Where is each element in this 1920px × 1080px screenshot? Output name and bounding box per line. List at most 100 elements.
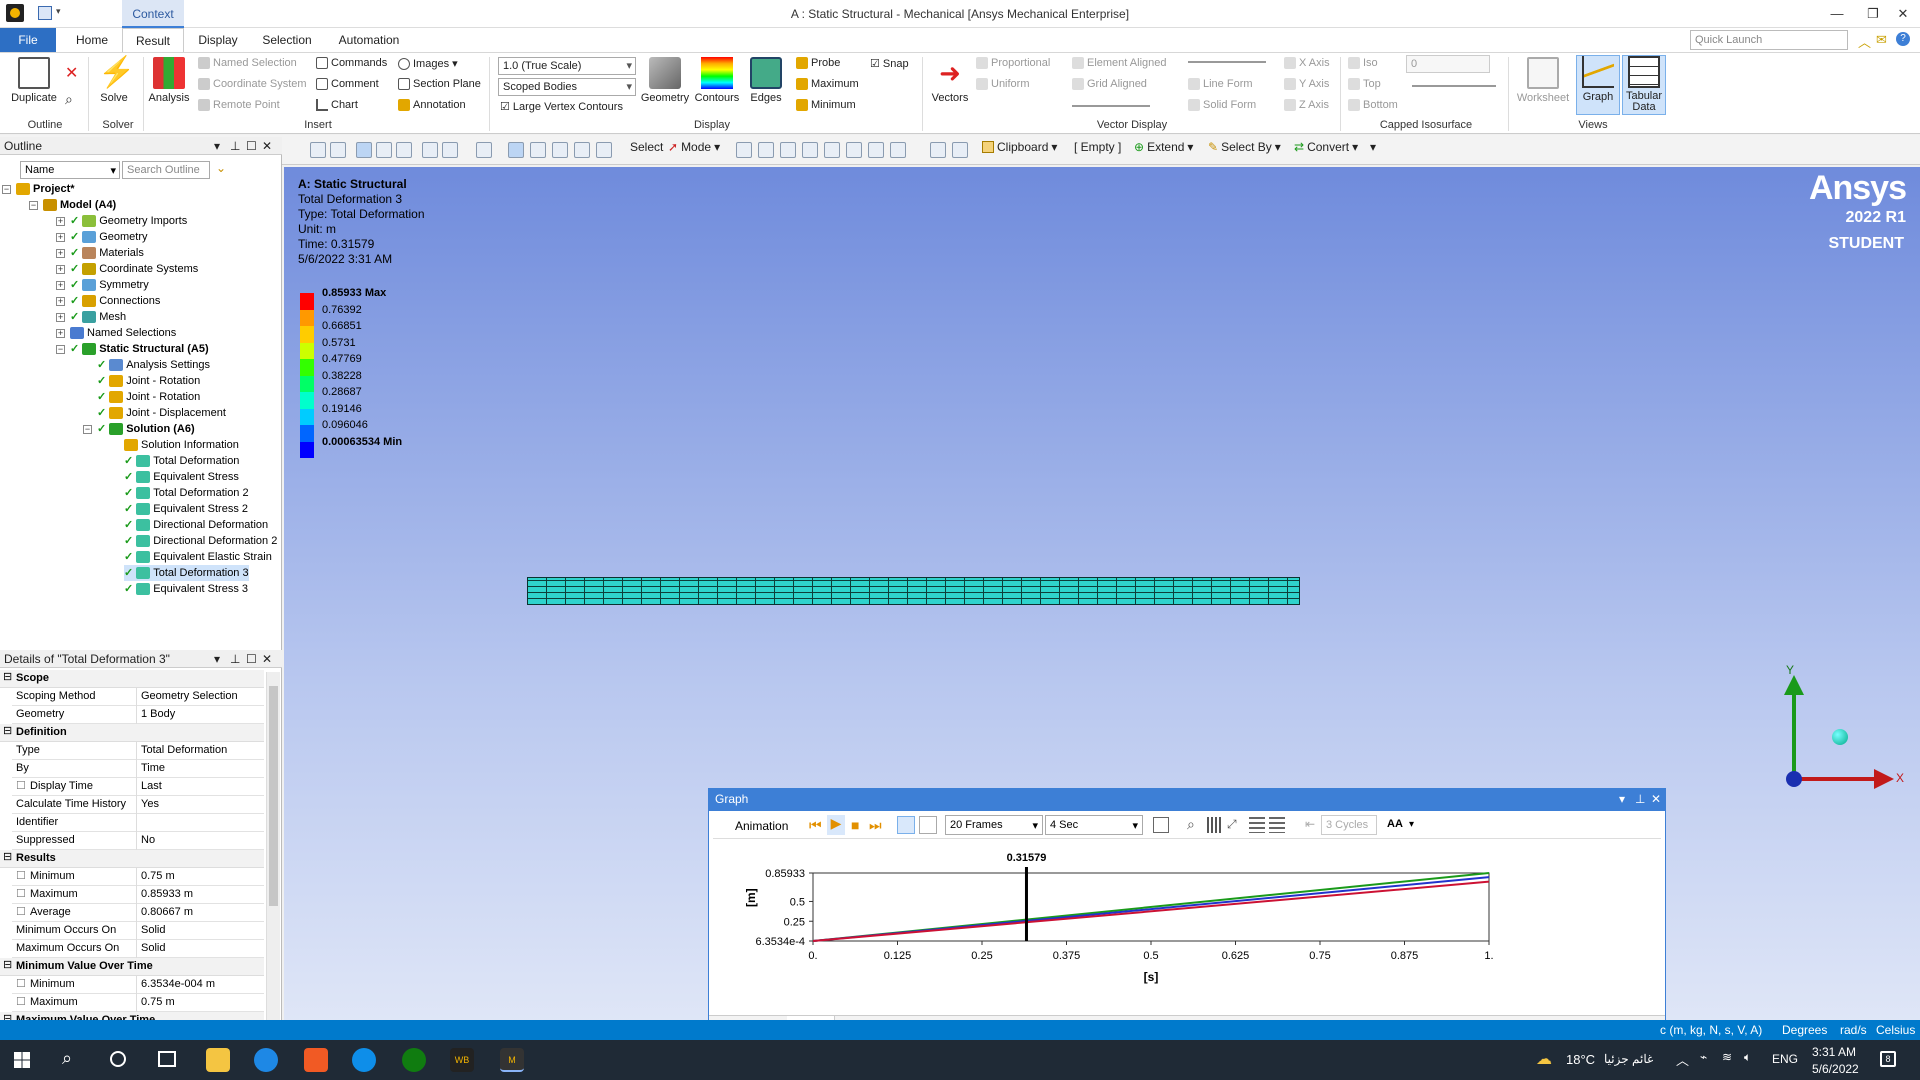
worksheet-button[interactable]: Worksheet — [1516, 57, 1570, 104]
zoom-to-fit-icon[interactable] — [574, 142, 590, 158]
zoom-graph-icon[interactable]: ⌕ — [1187, 816, 1195, 833]
select-button[interactable]: Select — [630, 140, 663, 154]
probe-button[interactable]: Probe — [796, 57, 840, 69]
tab-display[interactable]: Display — [194, 28, 242, 52]
tree-expander-icon[interactable]: + — [56, 217, 65, 226]
details-row[interactable]: By Time — [12, 760, 264, 778]
tree-expander-icon[interactable]: − — [2, 185, 11, 194]
extend-dropdown[interactable]: ⊕ Extend ▾ — [1134, 140, 1193, 154]
tree-expander-icon[interactable]: − — [83, 425, 92, 434]
zoom-in-icon[interactable] — [310, 142, 326, 158]
mechanical-icon[interactable]: M — [500, 1048, 524, 1072]
details-section-header[interactable]: Definition — [0, 724, 264, 742]
search-icon[interactable]: ⌕ — [62, 1048, 72, 1069]
tree-expander-icon[interactable]: + — [56, 233, 65, 242]
mode-dropdown[interactable]: ➚ Mode ▾ — [668, 140, 720, 154]
section-plane-button[interactable]: Section Plane — [398, 78, 481, 90]
next-frame-icon[interactable]: ⏭ — [869, 817, 882, 834]
pan-icon[interactable] — [508, 142, 524, 158]
clipboard-dropdown[interactable]: Clipboard ▾ — [982, 140, 1057, 154]
search-outline-input[interactable]: Search Outline — [122, 161, 210, 179]
y-axis-button[interactable]: Y Axis — [1284, 78, 1329, 90]
tree-item[interactable]: ✓ Total Deformation — [124, 453, 239, 469]
help-icon[interactable]: ? — [1896, 32, 1910, 46]
iso-value-input[interactable]: 0 — [1406, 55, 1490, 73]
network-icon[interactable]: ⌁ — [1700, 1050, 1707, 1064]
section-icon[interactable] — [422, 142, 438, 158]
cortana-icon[interactable] — [110, 1051, 126, 1067]
close-pane-icon[interactable]: ✕ — [262, 139, 272, 153]
iso-button[interactable]: Iso — [1348, 57, 1378, 69]
tree-item[interactable]: ✓ Static Structural (A5) — [70, 341, 209, 357]
stop-icon[interactable]: ■ — [851, 817, 859, 833]
scope-select[interactable]: Scoped Bodies — [498, 78, 636, 96]
tree-expander-icon[interactable]: − — [29, 201, 38, 210]
details-row[interactable]: Scoping Method Geometry Selection — [12, 688, 264, 706]
details-value[interactable]: Solid — [136, 922, 266, 940]
scale-select[interactable]: 1.0 (True Scale) — [498, 57, 636, 75]
find-icon[interactable]: ⌕ — [65, 91, 73, 108]
tree-item[interactable]: ✓ Directional Deformation — [124, 517, 268, 533]
frames-select[interactable]: 20 Frames ▾ — [945, 815, 1043, 835]
details-row[interactable]: Suppressed No — [12, 832, 264, 850]
tree-item[interactable]: ✓ Directional Deformation 2 — [124, 533, 277, 549]
details-row[interactable]: ☐ Maximum 0.85933 m — [12, 886, 264, 904]
zoom-out-icon[interactable] — [330, 142, 346, 158]
export-video-icon[interactable] — [1153, 817, 1169, 833]
vector-length-slider[interactable] — [1188, 61, 1266, 63]
uniform-button[interactable]: Uniform — [976, 78, 1030, 90]
tree-item[interactable]: ✓ Connections — [70, 293, 160, 309]
close-pane-icon[interactable]: ✕ — [1651, 792, 1661, 806]
vectors-button[interactable]: ➜ Vectors — [926, 57, 974, 104]
previous-frame-icon[interactable]: ⏮ — [809, 817, 822, 834]
maximize-pane-icon[interactable]: ☐ — [246, 139, 257, 153]
details-row[interactable]: Calculate Time History Yes — [12, 796, 264, 814]
solid-form-button[interactable]: Solid Form — [1188, 99, 1256, 111]
pin-icon[interactable]: ⊥ — [230, 652, 240, 666]
search-options-icon[interactable]: ⌄ — [216, 161, 226, 175]
pane-menu-icon[interactable]: ▾ — [214, 139, 220, 153]
file-explorer-icon[interactable] — [206, 1048, 230, 1072]
bottom-button[interactable]: Bottom — [1348, 99, 1398, 111]
details-row[interactable]: ☐ Minimum 6.3534e-004 m — [12, 976, 264, 994]
table-toggle-icon[interactable] — [1269, 817, 1285, 833]
tree-item[interactable]: ✓ Geometry Imports — [70, 213, 187, 229]
tree-item[interactable]: ✓ Equivalent Stress 3 — [124, 581, 248, 597]
parameter-checkbox[interactable]: ☐ — [16, 994, 26, 1011]
parameter-checkbox[interactable]: ☐ — [16, 976, 26, 993]
task-view-icon[interactable] — [158, 1051, 176, 1067]
tree-item[interactable]: ✓ Total Deformation 3 — [124, 565, 249, 581]
details-section-header[interactable]: Minimum Value Over Time — [0, 958, 264, 976]
tree-expander-icon[interactable]: + — [56, 313, 65, 322]
collapse-icon[interactable]: ⊟ — [3, 958, 12, 971]
clock-time[interactable]: 3:31 AM — [1812, 1045, 1856, 1059]
rotate-icon[interactable] — [476, 142, 492, 158]
details-value[interactable] — [136, 814, 266, 832]
graph-chart[interactable]: 6.3534e-4 0.25 0.5 0.85933 0. 0.125 0.25 0.375 0… — [709, 841, 1665, 991]
tree-item[interactable]: Project* — [16, 181, 75, 197]
tree-item[interactable]: ✓ Equivalent Stress 2 — [124, 501, 248, 517]
details-row[interactable]: ☐ Average 0.80667 m — [12, 904, 264, 922]
details-value[interactable]: 0.75 m — [136, 994, 266, 1012]
tree-item[interactable]: ✓ Coordinate Systems — [70, 261, 198, 277]
tree-item[interactable]: ✓ Total Deformation 2 — [124, 485, 249, 501]
tabular-data-button[interactable]: Tabular Data — [1622, 55, 1666, 115]
tree-item[interactable]: Named Selections — [70, 325, 176, 341]
details-row[interactable]: Type Total Deformation — [12, 742, 264, 760]
details-row[interactable]: ☐ Display Time Last — [12, 778, 264, 796]
select-by-dropdown[interactable]: ✎ Select By ▾ — [1208, 140, 1281, 154]
details-row[interactable]: ☐ Maximum 0.75 m — [12, 994, 264, 1012]
parameter-checkbox[interactable]: ☐ — [16, 868, 26, 885]
grid-icon[interactable] — [1207, 817, 1223, 833]
weather-temp[interactable]: 18°C — [1566, 1052, 1595, 1067]
remote-point-button[interactable]: Remote Point — [198, 99, 280, 111]
weather-icon[interactable]: ☁ — [1536, 1049, 1552, 1069]
feedback-icon[interactable]: ✉ — [1876, 32, 1887, 48]
tree-expander-icon[interactable]: + — [56, 297, 65, 306]
select-faces-icon[interactable] — [930, 142, 946, 158]
ribbon-collapse-icon[interactable]: ︿ — [1858, 32, 1871, 51]
tray-expand-icon[interactable]: ︿ — [1676, 1050, 1689, 1069]
proportional-button[interactable]: Proportional — [976, 57, 1050, 69]
details-section-header[interactable]: Results — [0, 850, 264, 868]
details-row[interactable]: ☐ Minimum 0.75 m — [12, 868, 264, 886]
